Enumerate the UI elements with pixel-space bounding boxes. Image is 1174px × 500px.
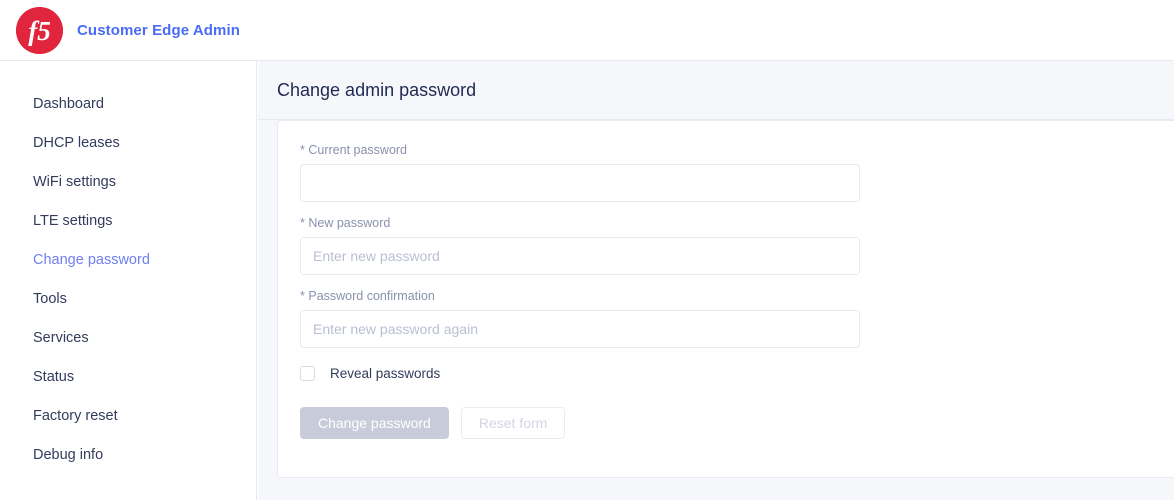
- change-password-button[interactable]: Change password: [300, 407, 449, 439]
- sidebar-item-change-password[interactable]: Change password: [0, 241, 256, 280]
- app-brand-title: Customer Edge Admin: [77, 21, 241, 39]
- new-password-label-text: New password: [308, 216, 391, 230]
- password-confirmation-label: * Password confirmation: [300, 289, 1174, 303]
- content-area: * Current password * New password * Pass…: [258, 120, 1174, 500]
- new-password-label: * New password: [300, 216, 1174, 230]
- sidebar-nav: Dashboard DHCP leases WiFi settings LTE …: [0, 61, 257, 500]
- sidebar-item-dhcp-leases[interactable]: DHCP leases: [0, 124, 256, 163]
- sidebar-item-status[interactable]: Status: [0, 358, 256, 397]
- field-new-password: * New password: [300, 216, 1174, 275]
- required-marker: *: [300, 143, 305, 157]
- sidebar-item-lte-settings[interactable]: LTE settings: [0, 202, 256, 241]
- sidebar-item-dashboard[interactable]: Dashboard: [0, 85, 256, 124]
- page-title: Change admin password: [277, 79, 477, 100]
- current-password-label-text: Current password: [308, 143, 408, 157]
- change-password-card: * Current password * New password * Pass…: [277, 120, 1174, 478]
- password-confirmation-label-text: Password confirmation: [308, 289, 435, 303]
- sidebar-item-debug-info[interactable]: Debug info: [0, 436, 256, 475]
- current-password-input[interactable]: [300, 164, 860, 202]
- reveal-passwords-label: Reveal passwords: [330, 366, 441, 381]
- f5-logo-icon: f5: [16, 6, 63, 54]
- svg-text:f5: f5: [28, 16, 51, 46]
- required-marker: *: [300, 216, 305, 230]
- main-content: Change admin password * Current password…: [258, 61, 1174, 500]
- reveal-passwords-row: Reveal passwords: [300, 366, 1174, 381]
- field-password-confirmation: * Password confirmation: [300, 289, 1174, 348]
- form-actions: Change password Reset form: [300, 407, 1174, 439]
- required-marker: *: [300, 289, 305, 303]
- new-password-input[interactable]: [300, 237, 860, 275]
- sidebar-item-services[interactable]: Services: [0, 319, 256, 358]
- reset-form-button[interactable]: Reset form: [460, 407, 566, 439]
- reveal-passwords-checkbox[interactable]: [300, 366, 315, 381]
- field-current-password: * Current password: [300, 143, 1174, 202]
- current-password-label: * Current password: [300, 143, 1174, 157]
- sidebar-item-tools[interactable]: Tools: [0, 280, 256, 319]
- sidebar-item-factory-reset[interactable]: Factory reset: [0, 397, 256, 436]
- app-header: f5 Customer Edge Admin: [0, 0, 1174, 61]
- page-header: Change admin password: [258, 61, 1174, 120]
- sidebar-item-wifi-settings[interactable]: WiFi settings: [0, 163, 256, 202]
- password-confirmation-input[interactable]: [300, 310, 860, 348]
